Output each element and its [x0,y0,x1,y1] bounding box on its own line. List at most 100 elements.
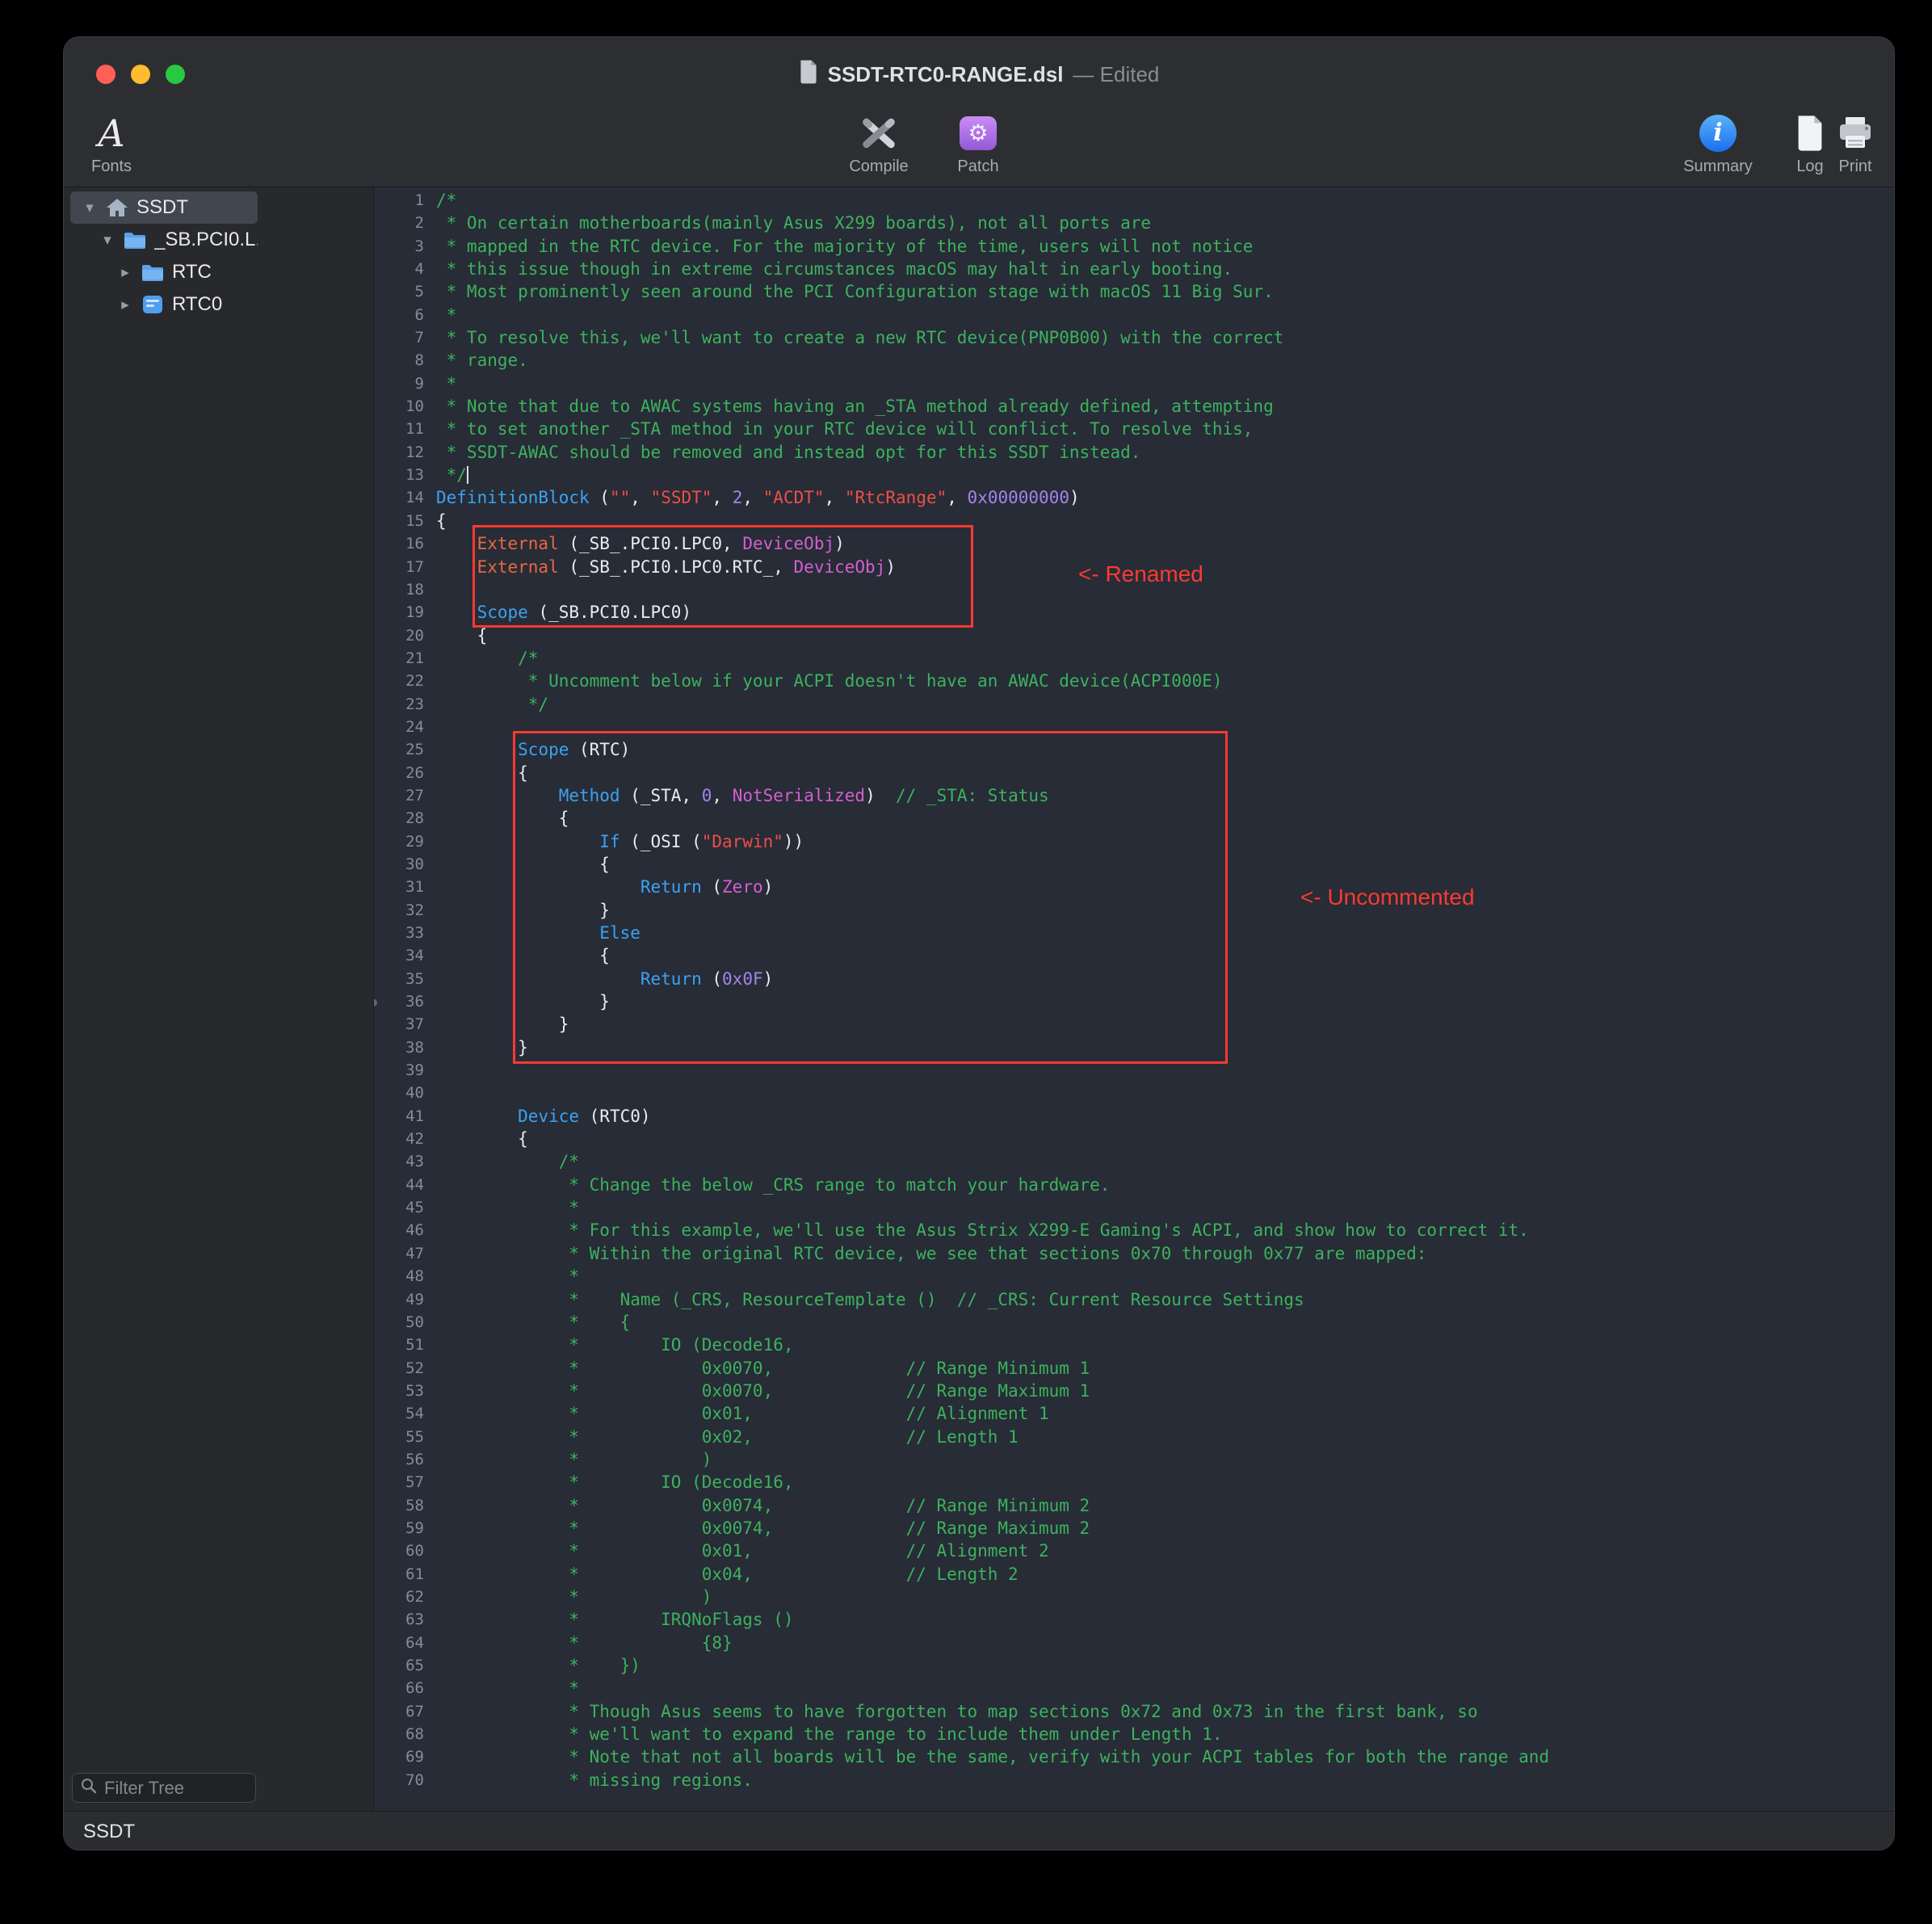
code-line[interactable]: 14DefinitionBlock ("", "SSDT", 2, "ACDT"… [374,486,1894,509]
code-line[interactable]: 68 * we'll want to expand the range to i… [374,1723,1894,1745]
code-line[interactable]: 65 * }) [374,1654,1894,1677]
code-line[interactable]: 23 */ [374,693,1894,716]
code-line[interactable]: 50 * { [374,1311,1894,1334]
code-line[interactable]: 2 * On certain motherboards(mainly Asus … [374,212,1894,234]
code-line[interactable]: 5 * Most prominently seen around the PCI… [374,280,1894,303]
tree-item-rtc0[interactable]: ▸RTC0 [70,288,258,321]
line-number: 16 [374,532,424,555]
code-line[interactable]: 4 * this issue though in extreme circums… [374,258,1894,280]
code-line[interactable]: 38 } [374,1036,1894,1059]
code-line[interactable]: 24 [374,716,1894,738]
code-line[interactable]: 31 Return (Zero) [374,876,1894,898]
code-line[interactable]: 16 External (_SB_.PCI0.LPC0, DeviceObj) [374,532,1894,555]
print-button[interactable]: Print [1823,111,1888,176]
fonts-icon: A [98,115,124,152]
code-line[interactable]: 54 * 0x01, // Alignment 1 [374,1402,1894,1425]
filter-tree-input[interactable]: Filter Tree [72,1773,256,1803]
code-line[interactable]: 69 * Note that not all boards will be th… [374,1745,1894,1768]
chevron-right-icon[interactable]: ▸ [117,263,133,282]
code-line[interactable]: 67 * Though Asus seems to have forgotten… [374,1700,1894,1723]
code-line[interactable]: 11 * to set another _STA method in your … [374,418,1894,440]
code-line[interactable]: 41 Device (RTC0) [374,1105,1894,1128]
line-number: 8 [374,349,424,372]
code-line[interactable]: 56 * ) [374,1448,1894,1471]
compile-tools-icon [857,111,901,155]
code-line[interactable]: 10 * Note that due to AWAC systems havin… [374,395,1894,418]
tree-item-ssdt[interactable]: ▾SSDT [70,191,258,224]
code-line[interactable]: 45 * [374,1196,1894,1219]
code-line[interactable]: 35 Return (0x0F) [374,968,1894,990]
code-line[interactable]: 15{ [374,510,1894,532]
code-line[interactable]: 19 Scope (_SB.PCI0.LPC0) [374,601,1894,624]
code-line[interactable]: 66 * [374,1677,1894,1699]
code-line[interactable]: 7 * To resolve this, we'll want to creat… [374,326,1894,349]
code-line[interactable]: 20 { [374,624,1894,647]
code-line[interactable]: 3 * mapped in the RTC device. For the ma… [374,235,1894,258]
window-chrome: SSDT-RTC0-RANGE.dsl — Edited A Fonts [64,37,1894,187]
fonts-button[interactable]: A Fonts [75,111,148,176]
code-line[interactable]: 33 Else [374,922,1894,944]
code-line[interactable]: 36 } [374,990,1894,1013]
code-line[interactable]: 1/* [374,189,1894,212]
code-line[interactable]: 64 * {8} [374,1632,1894,1654]
code-line[interactable]: 28 { [374,807,1894,830]
code-line[interactable]: 62 * ) [374,1586,1894,1608]
code-line[interactable]: 6 * [374,304,1894,326]
code-line[interactable]: 43 /* [374,1150,1894,1173]
code-line[interactable]: 61 * 0x04, // Length 2 [374,1563,1894,1586]
code-line[interactable]: 58 * 0x0074, // Range Minimum 2 [374,1494,1894,1517]
code-line[interactable]: 39 [374,1059,1894,1082]
summary-button[interactable]: i Summary [1670,111,1766,176]
code-line[interactable]: 63 * IRQNoFlags () [374,1608,1894,1631]
code-text: * we'll want to expand the range to incl… [436,1723,1223,1745]
code-line[interactable]: 37 } [374,1013,1894,1036]
zoom-button[interactable] [166,65,185,84]
code-line[interactable]: 21 /* [374,647,1894,670]
code-line[interactable]: 52 * 0x0070, // Range Minimum 1 [374,1357,1894,1380]
code-line[interactable]: 29 If (_OSI ("Darwin")) [374,830,1894,853]
code-line[interactable]: 48 * [374,1265,1894,1288]
code-line[interactable]: 22 * Uncomment below if your ACPI doesn'… [374,670,1894,692]
code-line[interactable]: 46 * For this example, we'll use the Asu… [374,1219,1894,1241]
code-line[interactable]: 59 * 0x0074, // Range Maximum 2 [374,1517,1894,1540]
compile-button[interactable]: Compile [826,111,931,176]
code-line[interactable]: 42 { [374,1128,1894,1150]
code-text: * 0x04, // Length 2 [436,1563,1018,1586]
code-line[interactable]: 57 * IO (Decode16, [374,1471,1894,1493]
code-line[interactable]: 55 * 0x02, // Length 1 [374,1426,1894,1448]
line-number: 11 [374,418,424,440]
patch-button[interactable]: ⚙ Patch [938,111,1018,176]
code-line[interactable]: 70 * missing regions. [374,1769,1894,1792]
tree-item-sb-pci0-l[interactable]: ▾_SB.PCI0.L... [70,224,258,256]
code-line[interactable]: 40 [374,1082,1894,1104]
titlebar[interactable]: SSDT-RTC0-RANGE.dsl — Edited [64,37,1894,111]
line-number: 47 [374,1242,424,1265]
chevron-down-icon[interactable]: ▾ [99,231,116,250]
code-line[interactable]: 25 Scope (RTC) [374,738,1894,761]
line-number: 4 [374,258,424,280]
code-line[interactable]: 30 { [374,853,1894,876]
tree-item-rtc[interactable]: ▸RTC [70,256,258,288]
minimize-button[interactable] [131,65,150,84]
code-text: DefinitionBlock ("", "SSDT", 2, "ACDT", … [436,486,1080,509]
code-line[interactable]: 9 * [374,372,1894,395]
chevron-down-icon[interactable]: ▾ [82,199,98,217]
code-line[interactable]: 49 * Name (_CRS, ResourceTemplate () // … [374,1288,1894,1311]
code-line[interactable]: 13 */ [374,464,1894,486]
code-line[interactable]: 8 * range. [374,349,1894,372]
close-button[interactable] [96,65,116,84]
code-editor[interactable]: 1/*2 * On certain motherboards(mainly As… [374,187,1894,1811]
line-number: 22 [374,670,424,692]
code-line[interactable]: 26 { [374,762,1894,784]
code-line[interactable]: 12 * SSDT-AWAC should be removed and ins… [374,441,1894,464]
code-line[interactable]: 44 * Change the below _CRS range to matc… [374,1174,1894,1196]
chevron-right-icon[interactable]: ▸ [117,296,133,314]
code-line[interactable]: 47 * Within the original RTC device, we … [374,1242,1894,1265]
code-line[interactable]: 60 * 0x01, // Alignment 2 [374,1540,1894,1562]
code-line[interactable]: 53 * 0x0070, // Range Maximum 1 [374,1380,1894,1402]
code-line[interactable]: 34 { [374,944,1894,967]
code-line[interactable]: 27 Method (_STA, 0, NotSerialized) // _S… [374,784,1894,807]
code-line[interactable]: 32 } [374,899,1894,922]
code-text: } [436,1013,569,1036]
code-line[interactable]: 51 * IO (Decode16, [374,1334,1894,1356]
